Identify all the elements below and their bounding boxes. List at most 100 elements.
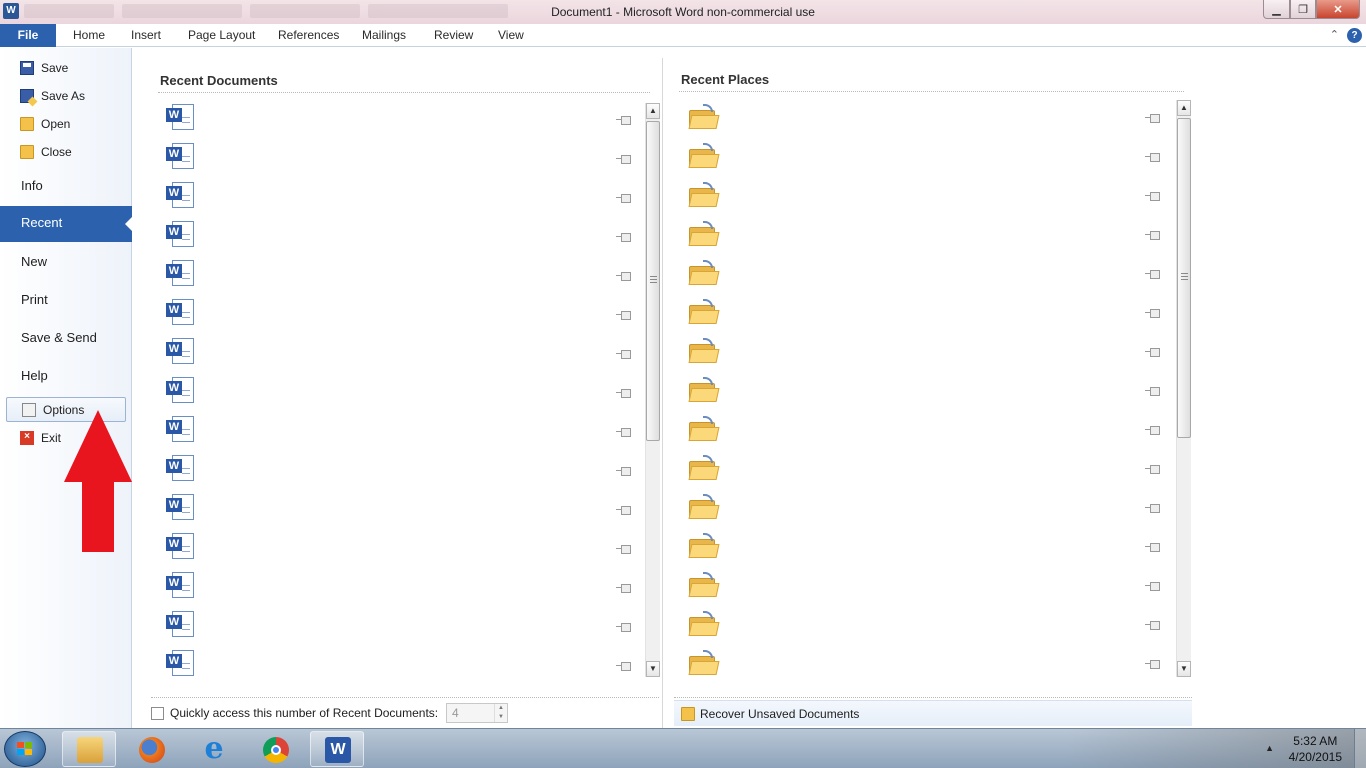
nav-close[interactable]: Close: [20, 142, 72, 162]
recent-place-item[interactable]: [679, 453, 1171, 489]
scroll-down-button[interactable]: ▼: [646, 661, 660, 677]
recent-place-item[interactable]: [679, 102, 1171, 138]
recent-place-item[interactable]: [679, 648, 1171, 684]
tab-insert[interactable]: Insert: [131, 24, 161, 47]
pin-icon[interactable]: [1145, 504, 1160, 513]
recent-document-item[interactable]: W: [158, 414, 642, 450]
stepper-arrows-icon[interactable]: ▲ ▼: [494, 704, 507, 722]
pin-icon[interactable]: [616, 233, 631, 242]
pin-icon[interactable]: [616, 506, 631, 515]
recent-places-scrollbar[interactable]: ▲ ▼: [1176, 100, 1191, 677]
tab-references[interactable]: References: [278, 24, 339, 47]
recent-place-item[interactable]: [679, 297, 1171, 333]
recent-place-item[interactable]: [679, 141, 1171, 177]
pin-icon[interactable]: [1145, 582, 1160, 591]
recent-document-item[interactable]: W: [158, 102, 642, 138]
nav-exit[interactable]: × Exit: [20, 428, 61, 448]
pin-icon[interactable]: [1145, 543, 1160, 552]
pin-icon[interactable]: [616, 584, 631, 593]
recent-document-item[interactable]: W: [158, 336, 642, 372]
pin-icon[interactable]: [1145, 114, 1160, 123]
help-icon[interactable]: ?: [1347, 28, 1362, 43]
start-button[interactable]: [4, 731, 46, 767]
recent-document-item[interactable]: W: [158, 648, 642, 684]
recent-place-item[interactable]: [679, 492, 1171, 528]
pin-icon[interactable]: [1145, 465, 1160, 474]
recent-place-item[interactable]: [679, 336, 1171, 372]
scroll-up-button[interactable]: ▲: [646, 103, 660, 119]
system-clock[interactable]: 5:32 AM 4/20/2015: [1289, 733, 1342, 765]
taskbar-chrome[interactable]: [248, 731, 302, 767]
pin-icon[interactable]: [616, 194, 631, 203]
scroll-thumb[interactable]: [1177, 118, 1191, 438]
pin-icon[interactable]: [1145, 192, 1160, 201]
recent-place-item[interactable]: [679, 375, 1171, 411]
quick-access-checkbox[interactable]: [151, 706, 164, 720]
pin-icon[interactable]: [616, 467, 631, 476]
recent-document-item[interactable]: W: [158, 609, 642, 645]
pin-icon[interactable]: [616, 389, 631, 398]
recent-document-item[interactable]: W: [158, 180, 642, 216]
nav-open[interactable]: Open: [20, 114, 70, 134]
pin-icon[interactable]: [1145, 426, 1160, 435]
recent-place-item[interactable]: [679, 180, 1171, 216]
recent-place-item[interactable]: [679, 609, 1171, 645]
scroll-up-button[interactable]: ▲: [1177, 100, 1191, 116]
tab-review[interactable]: Review: [434, 24, 473, 47]
show-hidden-icons-icon[interactable]: ▲: [1265, 743, 1274, 753]
quick-access-count-stepper[interactable]: 4 ▲ ▼: [446, 703, 508, 723]
recent-document-item[interactable]: W: [158, 570, 642, 606]
nav-save-send[interactable]: Save & Send: [21, 327, 97, 347]
close-window-button[interactable]: ✕: [1316, 0, 1360, 19]
nav-save[interactable]: Save: [20, 58, 68, 78]
pin-icon[interactable]: [616, 155, 631, 164]
taskbar-firefox[interactable]: [124, 731, 178, 767]
recent-place-item[interactable]: [679, 258, 1171, 294]
pin-icon[interactable]: [1145, 387, 1160, 396]
nav-info[interactable]: Info: [21, 175, 43, 195]
pin-icon[interactable]: [1145, 270, 1160, 279]
tab-home[interactable]: Home: [73, 24, 105, 47]
recent-document-item[interactable]: W: [158, 219, 642, 255]
pin-icon[interactable]: [1145, 309, 1160, 318]
recent-document-item[interactable]: W: [158, 141, 642, 177]
pin-icon[interactable]: [1145, 621, 1160, 630]
scroll-thumb[interactable]: [646, 121, 660, 441]
pin-icon[interactable]: [616, 662, 631, 671]
tab-page-layout[interactable]: Page Layout: [188, 24, 255, 47]
recent-document-item[interactable]: W: [158, 297, 642, 333]
pin-icon[interactable]: [1145, 153, 1160, 162]
recent-document-item[interactable]: W: [158, 531, 642, 567]
nav-help[interactable]: Help: [21, 365, 48, 385]
nav-print[interactable]: Print: [21, 289, 48, 309]
pin-icon[interactable]: [616, 272, 631, 281]
recent-place-item[interactable]: [679, 219, 1171, 255]
pin-icon[interactable]: [616, 350, 631, 359]
recent-place-item[interactable]: [679, 531, 1171, 567]
taskbar-explorer[interactable]: [62, 731, 116, 767]
minimize-button[interactable]: ▁: [1263, 0, 1290, 19]
pin-icon[interactable]: [1145, 231, 1160, 240]
pin-icon[interactable]: [616, 428, 631, 437]
nav-recent[interactable]: Recent: [0, 206, 133, 242]
minimize-ribbon-icon[interactable]: ⌃: [1330, 28, 1339, 43]
recent-document-item[interactable]: W: [158, 453, 642, 489]
pin-icon[interactable]: [616, 116, 631, 125]
tab-mailings[interactable]: Mailings: [362, 24, 406, 47]
scroll-down-button[interactable]: ▼: [1177, 661, 1191, 677]
recent-document-item[interactable]: W: [158, 375, 642, 411]
tab-view[interactable]: View: [498, 24, 524, 47]
nav-new[interactable]: New: [21, 251, 47, 271]
recover-unsaved-documents-button[interactable]: Recover Unsaved Documents: [674, 700, 1192, 726]
maximize-button[interactable]: ❐: [1290, 0, 1316, 19]
taskbar-internet-explorer[interactable]: e: [186, 731, 240, 767]
nav-save-as[interactable]: Save As: [20, 86, 85, 106]
recent-place-item[interactable]: [679, 570, 1171, 606]
pin-icon[interactable]: [616, 623, 631, 632]
pin-icon[interactable]: [616, 311, 631, 320]
recent-document-item[interactable]: W: [158, 258, 642, 294]
show-desktop-button[interactable]: [1354, 729, 1366, 768]
recent-place-item[interactable]: [679, 414, 1171, 450]
pin-icon[interactable]: [1145, 348, 1160, 357]
pin-icon[interactable]: [616, 545, 631, 554]
